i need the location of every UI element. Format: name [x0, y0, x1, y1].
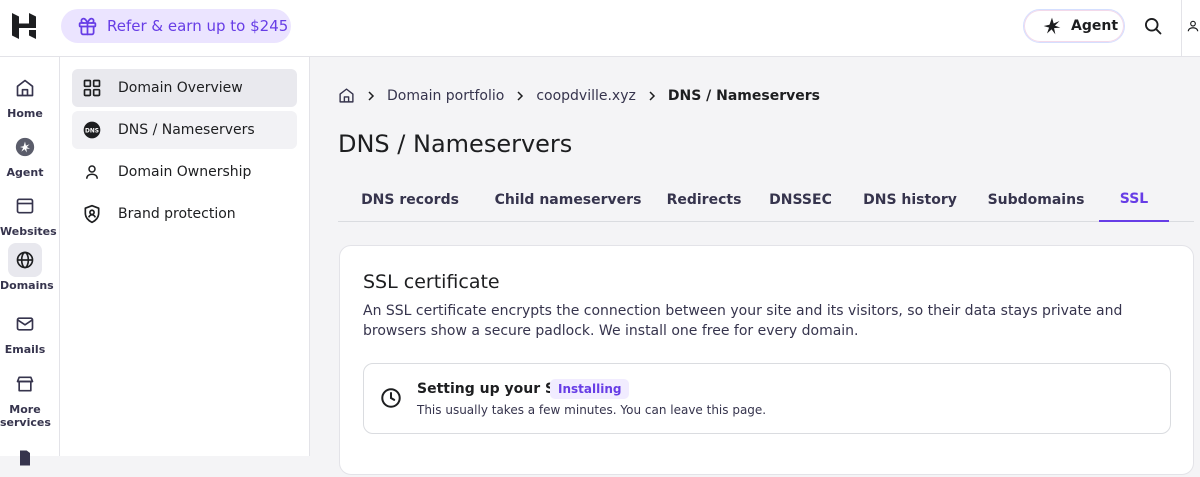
clock-icon — [380, 387, 402, 409]
rail-label: Home — [7, 107, 43, 120]
rail-item-more-services[interactable]: More services — [0, 367, 51, 429]
header-divider — [1181, 0, 1182, 57]
rail-item-home[interactable]: Home — [0, 71, 50, 120]
agent-sparkle-icon — [1042, 16, 1071, 36]
chevron-right-icon — [646, 90, 658, 102]
rail-item-agent[interactable]: Agent — [0, 130, 50, 179]
breadcrumb-current: DNS / Nameservers — [667, 87, 820, 104]
gift-icon — [77, 16, 107, 37]
agent-label: Agent — [1071, 18, 1119, 34]
rail-label: Agent — [6, 166, 44, 179]
rail-item-partial[interactable] — [0, 441, 50, 477]
subnav-label: DNS / Nameservers — [118, 122, 255, 138]
main-nav-rail: Home Agent Websites Domains Emails More … — [0, 57, 60, 466]
chevron-right-icon — [365, 90, 377, 102]
subnav-dns-nameservers[interactable]: DNS DNS / Nameservers — [72, 111, 297, 149]
tab-dns-history[interactable]: DNS history — [847, 177, 973, 222]
breadcrumb-domain[interactable]: coopdville.xyz — [536, 88, 636, 104]
refer-label: Refer & earn up to $245 — [107, 17, 289, 35]
rail-label: Websites — [0, 225, 57, 238]
rail-label: More — [9, 403, 41, 416]
tab-dnssec[interactable]: DNSSEC — [754, 177, 847, 222]
subnav-domain-overview[interactable]: Domain Overview — [72, 69, 297, 107]
subnav-label: Domain Ownership — [118, 164, 252, 180]
shield-icon — [82, 204, 102, 224]
dns-icon: DNS — [82, 120, 102, 140]
main-content: Domain portfolio coopdville.xyz DNS / Na… — [310, 57, 1200, 475]
card-description: An SSL certificate encrypts the connecti… — [363, 303, 1123, 339]
rail-item-emails[interactable]: Emails — [0, 307, 50, 356]
page-title: DNS / Nameservers — [338, 130, 573, 158]
subnav-domain-ownership[interactable]: Domain Ownership — [72, 153, 297, 191]
building-icon — [8, 441, 42, 475]
mail-icon — [8, 307, 42, 341]
websites-icon — [8, 189, 42, 223]
user-icon[interactable] — [1186, 13, 1200, 39]
tab-redirects[interactable]: Redirects — [654, 177, 754, 222]
rail-item-domains[interactable]: Domains — [0, 243, 54, 292]
store-icon — [8, 367, 42, 401]
subnav-brand-protection[interactable]: Brand protection — [72, 195, 297, 233]
tab-ssl[interactable]: SSL — [1099, 177, 1169, 222]
globe-icon — [8, 243, 42, 277]
subnav-label: Brand protection — [118, 206, 236, 222]
top-bar: Refer & earn up to $245 Agent — [0, 0, 1200, 57]
tab-child-nameservers[interactable]: Child nameservers — [482, 177, 654, 222]
tab-subdomains[interactable]: Subdomains — [973, 177, 1099, 222]
person-icon — [82, 162, 102, 182]
subnav-label: Domain Overview — [118, 80, 243, 96]
tab-dns-records[interactable]: DNS records — [338, 177, 482, 222]
refer-earn-button[interactable]: Refer & earn up to $245 — [61, 9, 291, 43]
status-subtext: This usually takes a few minutes. You ca… — [417, 403, 767, 417]
status-badge: Installing — [550, 379, 630, 399]
ssl-certificate-card: SSL certificate An SSL certificate encry… — [339, 245, 1194, 475]
rail-label: Domains — [0, 279, 54, 292]
hostinger-logo-icon[interactable] — [9, 11, 39, 41]
breadcrumb-domain-portfolio[interactable]: Domain portfolio — [387, 88, 504, 104]
card-title: SSL certificate — [363, 271, 500, 293]
chevron-right-icon — [514, 90, 526, 102]
grid-icon — [82, 78, 102, 98]
rail-label: services — [0, 416, 51, 429]
agent-button[interactable]: Agent — [1023, 9, 1125, 43]
agent-icon — [8, 130, 42, 164]
rail-label: Emails — [4, 343, 46, 356]
home-breadcrumb-icon[interactable] — [338, 87, 355, 104]
search-icon[interactable] — [1140, 13, 1166, 39]
rail-item-websites[interactable]: Websites — [0, 189, 57, 238]
dns-tabs: DNS records Child nameservers Redirects … — [338, 177, 1194, 222]
svg-text:DNS: DNS — [85, 129, 99, 135]
domain-subnav: Domain Overview DNS DNS / Nameservers Do… — [60, 57, 310, 456]
breadcrumb: Domain portfolio coopdville.xyz DNS / Na… — [338, 87, 820, 104]
ssl-status-box: Setting up your SSL Installing This usua… — [363, 363, 1171, 434]
home-icon — [8, 71, 42, 105]
